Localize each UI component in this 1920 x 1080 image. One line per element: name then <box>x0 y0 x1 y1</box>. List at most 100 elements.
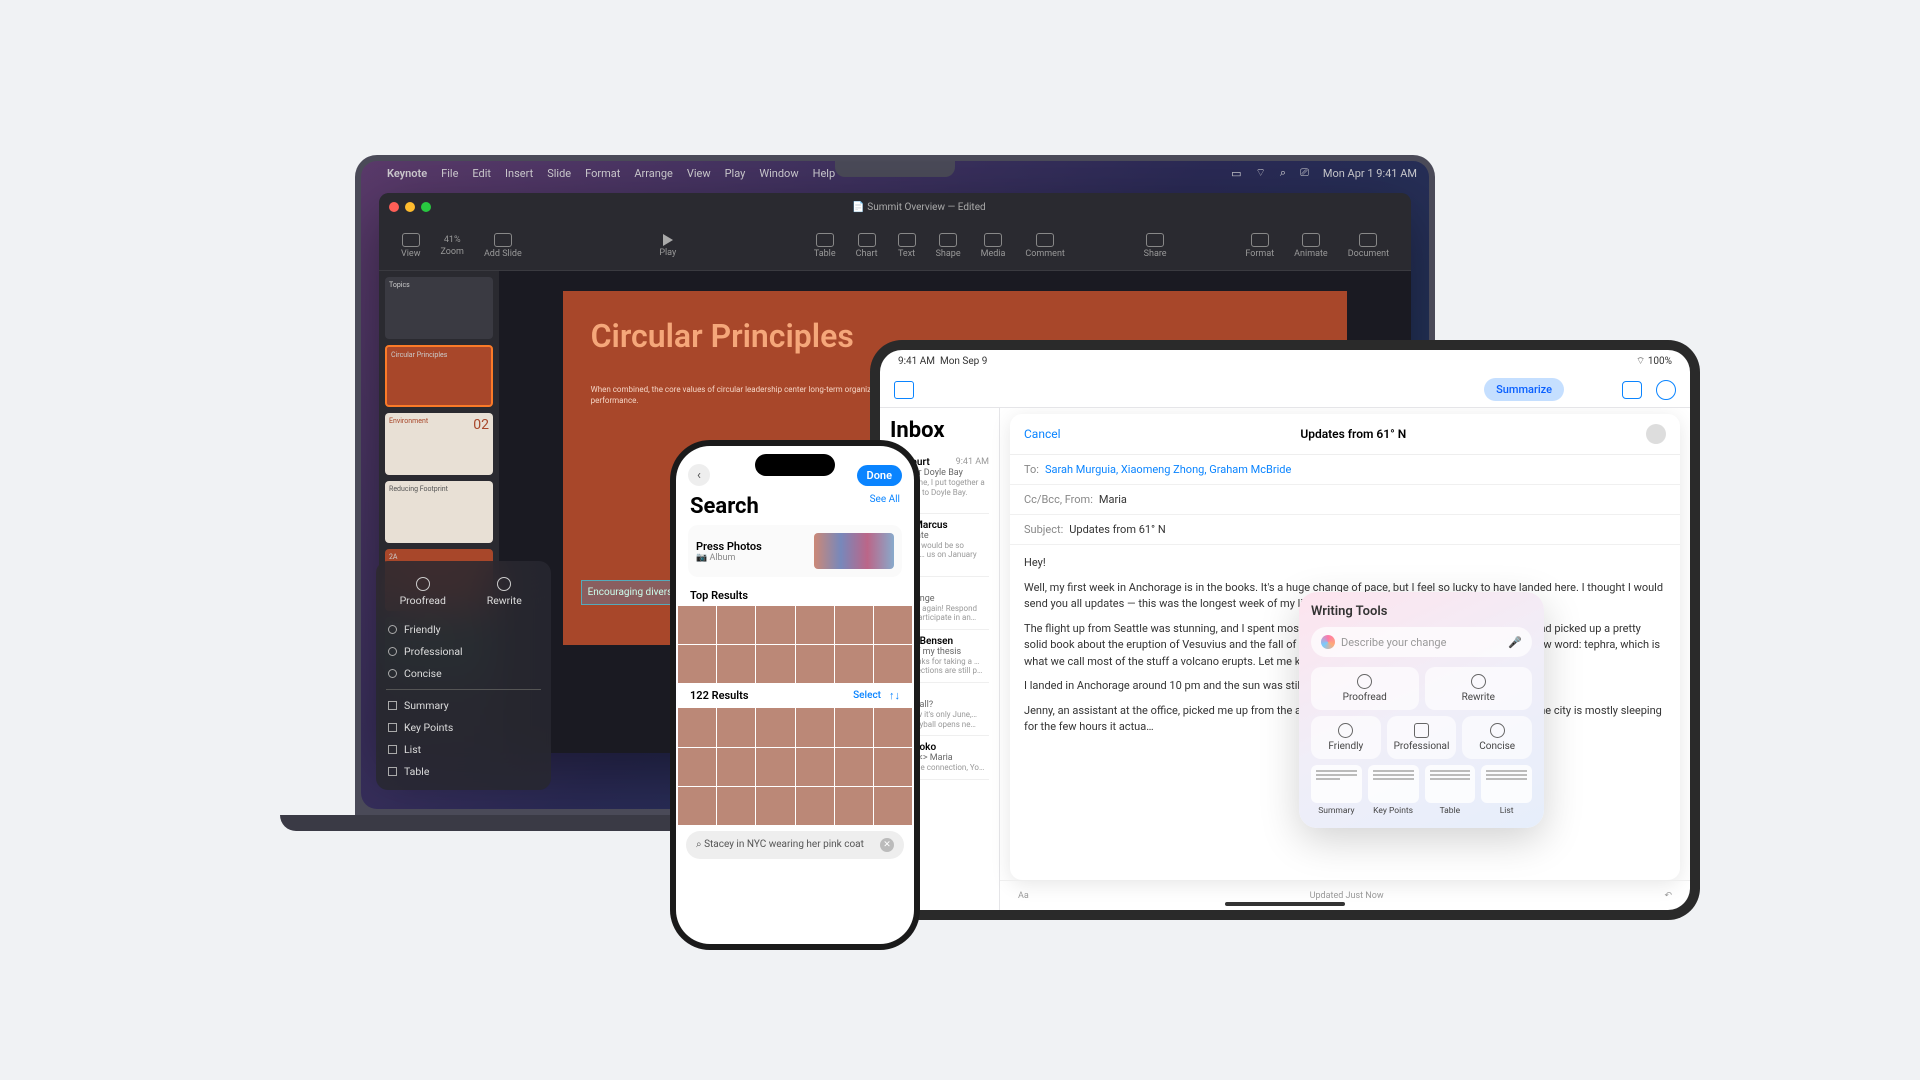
photo-thumb[interactable] <box>835 787 873 825</box>
photo-thumb[interactable] <box>756 748 794 786</box>
microphone-icon[interactable]: 🎤 <box>1508 636 1522 649</box>
photo-thumb[interactable] <box>756 787 794 825</box>
tool-table[interactable]: Table <box>804 233 846 259</box>
photo-thumb[interactable] <box>874 645 912 683</box>
cancel-button[interactable]: Cancel <box>1024 427 1061 441</box>
photo-thumb[interactable] <box>678 708 716 746</box>
tool-share[interactable]: Share <box>1134 233 1177 259</box>
photo-thumb[interactable] <box>874 748 912 786</box>
tool-view[interactable]: View <box>391 233 430 259</box>
photo-thumb[interactable] <box>796 787 834 825</box>
tool-chart[interactable]: Chart <box>846 233 888 259</box>
subject-field[interactable]: Subject:Updates from 61° N <box>1010 515 1680 545</box>
compose-icon[interactable] <box>1622 381 1642 399</box>
more-icon[interactable] <box>1656 380 1676 400</box>
action-table[interactable]: Table <box>1425 765 1476 816</box>
photo-thumb[interactable] <box>874 787 912 825</box>
menubar-datetime[interactable]: Mon Apr 1 9:41 AM <box>1323 167 1417 180</box>
back-button[interactable]: ‹ <box>688 464 710 486</box>
tone-concise[interactable]: Concise <box>386 665 541 682</box>
describe-change-input[interactable]: Describe your change 🎤 <box>1311 627 1532 657</box>
action-list[interactable]: List <box>386 741 541 758</box>
photo-thumb[interactable] <box>717 708 755 746</box>
cc-field[interactable]: Cc/Bcc, From:Maria <box>1010 485 1680 515</box>
slide-thumb[interactable]: Reducing Footprint <box>385 481 493 543</box>
tone-professional[interactable]: Professional <box>386 643 541 660</box>
tone-friendly[interactable]: Friendly <box>1311 716 1381 759</box>
select-button[interactable]: Select <box>853 690 881 701</box>
photo-thumb[interactable] <box>756 708 794 746</box>
photo-thumb[interactable] <box>756 606 794 644</box>
tool-media[interactable]: Media <box>971 233 1016 259</box>
tool-animate[interactable]: Animate <box>1284 233 1338 259</box>
action-summary[interactable]: Summary <box>386 697 541 714</box>
menu-slide[interactable]: Slide <box>547 167 571 180</box>
wifi-icon[interactable]: ⌔ <box>1256 166 1266 180</box>
home-indicator[interactable] <box>1225 902 1345 906</box>
menu-view[interactable]: View <box>687 167 711 180</box>
summarize-button[interactable]: Summarize <box>1484 378 1564 401</box>
photo-thumb[interactable] <box>717 606 755 644</box>
see-all-link[interactable]: See All <box>870 494 900 505</box>
photo-thumb[interactable] <box>874 708 912 746</box>
rewrite-button[interactable]: Rewrite <box>468 571 542 613</box>
photo-thumb[interactable] <box>796 748 834 786</box>
undo-icon[interactable]: ↶ <box>1664 891 1672 901</box>
to-field[interactable]: To:Sarah Murguia, Xiaomeng Zhong, Graham… <box>1010 455 1680 485</box>
window-traffic-lights[interactable] <box>389 202 431 212</box>
search-icon[interactable]: ⌕ <box>1280 166 1286 180</box>
photo-thumb[interactable] <box>835 708 873 746</box>
tool-comment[interactable]: Comment <box>1015 233 1074 259</box>
action-table[interactable]: Table <box>386 763 541 780</box>
tone-friendly[interactable]: Friendly <box>386 621 541 638</box>
photo-thumb[interactable] <box>835 606 873 644</box>
photo-thumb[interactable] <box>717 645 755 683</box>
menu-help[interactable]: Help <box>813 167 836 180</box>
photo-thumb[interactable] <box>756 645 794 683</box>
photo-thumb[interactable] <box>835 748 873 786</box>
photo-thumb[interactable] <box>717 787 755 825</box>
tool-format[interactable]: Format <box>1235 233 1284 259</box>
action-summary[interactable]: Summary <box>1311 765 1362 816</box>
control-center-icon[interactable]: ⎚ <box>1300 166 1309 180</box>
action-list[interactable]: List <box>1481 765 1532 816</box>
proofread-button[interactable]: Proofread <box>1311 667 1419 710</box>
send-button[interactable] <box>1646 424 1666 444</box>
photo-thumb[interactable] <box>796 606 834 644</box>
menu-edit[interactable]: Edit <box>472 167 491 180</box>
sort-icon[interactable]: ↑↓ <box>889 689 900 702</box>
action-key-points[interactable]: Key Points <box>1368 765 1419 816</box>
photo-thumb[interactable] <box>678 787 716 825</box>
album-result-card[interactable]: Press Photos📷 Album <box>688 525 902 577</box>
menu-insert[interactable]: Insert <box>505 167 533 180</box>
menu-arrange[interactable]: Arrange <box>634 167 672 180</box>
tone-professional[interactable]: Professional <box>1387 716 1457 759</box>
search-field[interactable]: ⌕ Stacey in NYC wearing her pink coat ✕ <box>686 831 904 859</box>
photo-thumb[interactable] <box>874 606 912 644</box>
menu-format[interactable]: Format <box>585 167 620 180</box>
tone-concise[interactable]: Concise <box>1462 716 1532 759</box>
slide-thumb[interactable]: Circular Principles <box>385 345 493 407</box>
clear-search-icon[interactable]: ✕ <box>880 838 894 852</box>
done-button[interactable]: Done <box>857 465 902 486</box>
proofread-button[interactable]: Proofread <box>386 571 460 613</box>
slide-thumb[interactable]: Environment 02 <box>385 413 493 475</box>
photo-thumb[interactable] <box>717 748 755 786</box>
photo-thumb[interactable] <box>678 748 716 786</box>
photo-thumb[interactable] <box>796 708 834 746</box>
menu-file[interactable]: File <box>441 167 458 180</box>
tool-shape[interactable]: Shape <box>926 233 971 259</box>
action-key-points[interactable]: Key Points <box>386 719 541 736</box>
tool-document[interactable]: Document <box>1338 233 1399 259</box>
photo-thumb[interactable] <box>678 645 716 683</box>
tool-zoom[interactable]: 41%Zoom <box>430 235 473 257</box>
tool-text[interactable]: Text <box>888 233 926 259</box>
battery-icon[interactable]: ▭ <box>1231 167 1241 180</box>
slide-thumb[interactable]: Topics <box>385 277 493 339</box>
menu-window[interactable]: Window <box>759 167 798 180</box>
photo-thumb[interactable] <box>678 606 716 644</box>
photo-thumb[interactable] <box>835 645 873 683</box>
menu-play[interactable]: Play <box>725 167 746 180</box>
format-bar-icon[interactable]: Aa <box>1018 891 1029 901</box>
sidebar-toggle-icon[interactable] <box>894 381 914 399</box>
